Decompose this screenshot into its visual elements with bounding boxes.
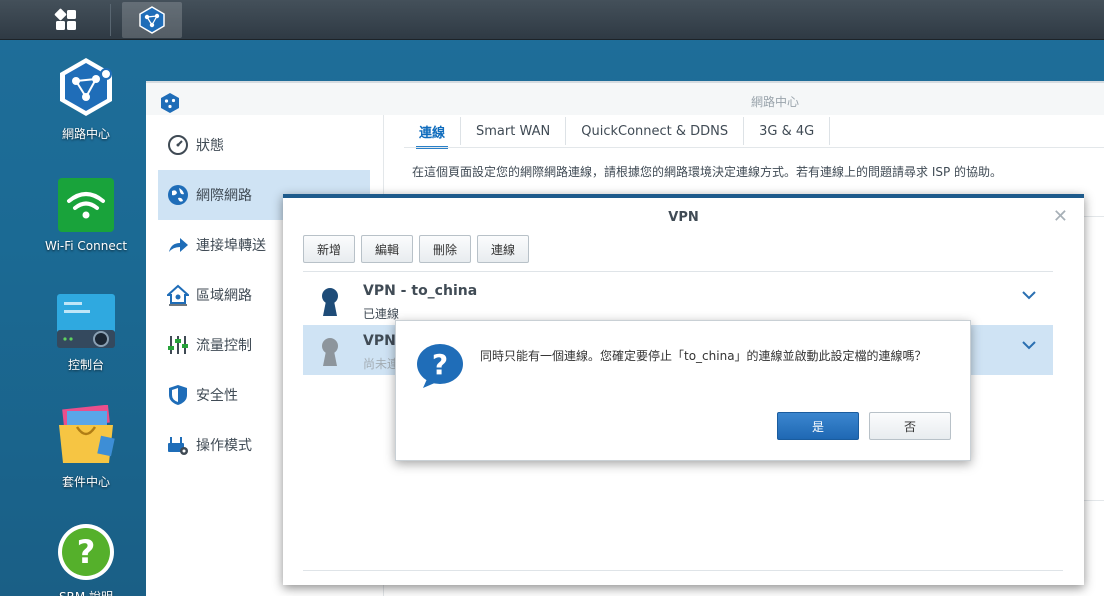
svg-text:?: ? xyxy=(77,533,96,571)
sidebar-item-status[interactable]: 狀態 xyxy=(158,120,370,170)
desktop-icon-network-center[interactable]: 網路中心 xyxy=(20,55,152,142)
chevron-down-icon[interactable] xyxy=(1021,339,1037,351)
main-menu-button[interactable] xyxy=(36,2,96,38)
no-button[interactable]: 否 xyxy=(869,412,951,440)
close-icon[interactable]: ✕ xyxy=(1053,206,1068,227)
home-network-icon xyxy=(166,283,190,307)
taskbar-network-center-button[interactable] xyxy=(122,2,182,38)
sidebar-item-label: 安全性 xyxy=(196,388,238,404)
taskbar-divider xyxy=(110,4,111,36)
connect-button[interactable]: 連線 xyxy=(477,235,530,263)
vpn-key-icon xyxy=(322,288,338,316)
desktop-icon-control-panel[interactable]: 控制台 xyxy=(20,292,152,373)
sidebar-item-label: 連接埠轉送 xyxy=(196,238,266,254)
tab-smart-wan[interactable]: Smart WAN xyxy=(461,117,567,145)
vpn-profile-row[interactable]: VPN - to_china 已連線 xyxy=(303,275,1053,325)
network-center-icon xyxy=(60,58,112,116)
divider xyxy=(1084,500,1104,501)
wifi-icon xyxy=(58,178,114,232)
svg-text:?: ? xyxy=(432,348,448,381)
sidebar-item-label: 網際網路 xyxy=(196,188,252,204)
desktop-icon-wifi-connect[interactable]: Wi-Fi Connect xyxy=(20,177,152,253)
vpn-toolbar: 新增 編輯 刪除 連線 xyxy=(303,235,530,263)
package-center-icon xyxy=(59,405,115,463)
globe-icon xyxy=(166,183,190,207)
vpn-profile-status: 尚未連 xyxy=(363,357,400,371)
desktop-icon-label: 控制台 xyxy=(67,358,104,372)
desktop-icon-help[interactable]: ? SRM 說明 xyxy=(20,522,152,596)
question-icon: ? xyxy=(417,344,463,388)
delete-button[interactable]: 刪除 xyxy=(419,235,472,263)
dialog-footer-divider xyxy=(303,570,1063,571)
dialog-title: VPN xyxy=(668,210,699,225)
sliders-icon xyxy=(166,333,190,357)
tab-bar: 連線 Smart WAN QuickConnect & DDNS 3G & 4G xyxy=(404,117,831,149)
sidebar-item-label: 操作模式 xyxy=(196,438,252,454)
grid-icon xyxy=(54,8,76,30)
vpn-key-icon xyxy=(322,338,338,366)
sidebar-item-label: 區域網路 xyxy=(196,288,252,304)
vpn-profile-status: 已連線 xyxy=(363,307,400,321)
add-button[interactable]: 新增 xyxy=(303,235,356,263)
desktop-icon-label: SRM 說明 xyxy=(59,588,113,596)
shield-icon xyxy=(166,383,190,407)
vpn-profile-name: VPN - to_china xyxy=(363,283,478,299)
desktop-icon-label: 網路中心 xyxy=(61,127,110,141)
vpn-profile-name: VPN xyxy=(363,333,396,349)
window-title-bar: 網路中心 xyxy=(146,83,1104,115)
yes-button[interactable]: 是 xyxy=(777,412,859,440)
desktop-icon-label: 套件中心 xyxy=(61,475,110,489)
control-panel-icon xyxy=(57,294,115,348)
list-divider xyxy=(303,271,1053,272)
desktop-icon-package-center[interactable]: 套件中心 xyxy=(20,405,152,490)
edit-button[interactable]: 編輯 xyxy=(361,235,414,263)
confirm-dialog: ? 同時只能有一個連線。您確定要停止「to_china」的連線並啟動此設定檔的連… xyxy=(395,320,971,461)
sidebar-item-label: 狀態 xyxy=(196,138,224,154)
taskbar xyxy=(0,0,1104,40)
network-center-icon xyxy=(139,6,165,34)
page-description: 在這個頁面設定您的網際網路連線，請根據您的網路環境決定連線方式。若有連線上的問題… xyxy=(412,165,1003,179)
forward-arrow-icon xyxy=(166,233,190,257)
chevron-down-icon[interactable] xyxy=(1021,289,1037,301)
window-title: 網路中心 xyxy=(750,95,799,109)
tab-quickconnect-ddns[interactable]: QuickConnect & DDNS xyxy=(566,117,745,145)
sidebar-item-label: 流量控制 xyxy=(196,338,252,354)
confirm-message: 同時只能有一個連線。您確定要停止「to_china」的連線並啟動此設定檔的連線嗎… xyxy=(480,349,927,363)
tab-connection[interactable]: 連線 xyxy=(404,117,462,149)
desktop-icon-label: Wi-Fi Connect xyxy=(44,239,128,253)
tab-divider xyxy=(404,147,1104,148)
gauge-icon xyxy=(166,133,190,157)
router-mode-icon xyxy=(166,433,190,457)
tab-3g-4g[interactable]: 3G & 4G xyxy=(744,117,831,145)
help-icon: ? xyxy=(58,524,114,580)
divider xyxy=(1084,216,1104,217)
